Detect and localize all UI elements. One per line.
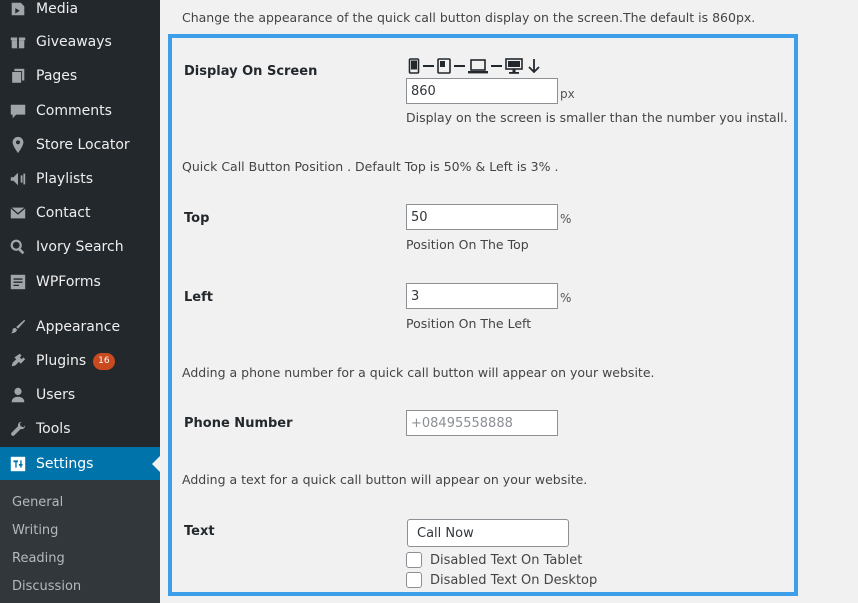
sidebar-item-media[interactable]: Media — [0, 0, 160, 26]
forms-icon — [8, 272, 28, 292]
left-help-text: Position On The Left — [406, 316, 532, 331]
envelope-icon — [8, 203, 28, 223]
wrench-icon — [8, 419, 28, 439]
admin-sidebar: Media Giveaways Pages Comments Store Loc… — [0, 0, 160, 603]
device-breakpoint-icons — [408, 58, 542, 74]
sidebar-item-label: Comments — [36, 103, 112, 119]
disable-text-desktop-checkbox[interactable] — [406, 572, 422, 588]
button-text-input[interactable] — [407, 519, 569, 547]
plugin-update-count-badge: 16 — [93, 352, 115, 370]
sidebar-item-settings[interactable]: Settings — [0, 447, 160, 481]
settings-icon — [8, 454, 28, 474]
phone-number-input[interactable] — [406, 410, 558, 436]
settings-main: Change the appearance of the quick call … — [160, 0, 858, 603]
sidebar-item-label: Playlists — [36, 171, 94, 187]
display-width-input[interactable] — [406, 78, 558, 104]
top-position-input[interactable] — [406, 204, 558, 230]
separator-dash — [491, 65, 502, 67]
sidebar-item-label: Ivory Search — [36, 239, 124, 255]
position-description: Quick Call Button Position . Default Top… — [182, 159, 559, 174]
sidebar-item-tools[interactable]: Tools — [0, 412, 160, 446]
sidebar-item-ivory-search[interactable]: Ivory Search — [0, 230, 160, 264]
tablet-icon — [437, 58, 451, 74]
sidebar-item-label: Appearance — [36, 319, 121, 335]
submenu-item-general[interactable]: General — [12, 495, 63, 510]
desktop-icon — [505, 58, 523, 74]
sidebar-item-label: Giveaways — [36, 34, 112, 50]
sidebar-item-appearance[interactable]: Appearance — [0, 310, 160, 344]
sidebar-item-label: Store Locator — [36, 137, 130, 153]
checkbox-label: Disabled Text On Desktop — [430, 572, 598, 588]
text-label: Text — [184, 524, 215, 539]
user-icon — [8, 385, 28, 405]
brush-icon — [8, 317, 28, 337]
left-position-input[interactable] — [406, 283, 558, 309]
comments-icon — [8, 101, 28, 121]
display-help-text: Display on the screen is smaller than th… — [406, 110, 788, 125]
top-percent-unit: % — [560, 212, 572, 226]
submenu-item-reading[interactable]: Reading — [12, 551, 65, 566]
location-pin-icon — [8, 135, 28, 155]
separator-dash — [423, 65, 434, 67]
phone-description: Adding a phone number for a quick call b… — [182, 365, 655, 380]
top-help-text: Position On The Top — [406, 237, 529, 252]
pages-icon — [8, 66, 28, 86]
sidebar-item-store-locator[interactable]: Store Locator — [0, 128, 160, 162]
sidebar-item-label: Plugins — [36, 353, 87, 369]
sidebar-item-label: WPForms — [36, 274, 101, 290]
arrow-down-icon — [526, 58, 542, 74]
phone-number-label: Phone Number — [184, 416, 293, 431]
quick-call-settings-panel: Display On Screen px Display on the scre… — [168, 34, 798, 596]
gift-icon — [8, 32, 28, 52]
disable-text-desktop-option[interactable]: Disabled Text On Desktop — [406, 572, 597, 588]
disable-text-tablet-option[interactable]: Disabled Text On Tablet — [406, 552, 582, 568]
sidebar-item-wpforms[interactable]: WPForms — [0, 265, 160, 299]
checkbox-label: Disabled Text On Tablet — [430, 552, 583, 568]
sidebar-item-users[interactable]: Users — [0, 378, 160, 412]
text-description: Adding a text for a quick call button wi… — [182, 472, 588, 487]
left-label: Left — [184, 290, 213, 305]
display-description: Change the appearance of the quick call … — [182, 10, 756, 25]
laptop-icon — [468, 58, 488, 74]
sidebar-item-label: Media — [36, 1, 79, 17]
sidebar-item-pages[interactable]: Pages — [0, 59, 160, 93]
top-label: Top — [184, 211, 210, 226]
sidebar-item-contact[interactable]: Contact — [0, 196, 160, 230]
sidebar-item-plugins[interactable]: Plugins 16 — [0, 344, 160, 378]
sidebar-item-label: Contact — [36, 205, 91, 221]
sidebar-item-label: Pages — [36, 68, 78, 84]
media-icon — [8, 0, 28, 19]
plugin-icon — [8, 351, 28, 371]
sidebar-item-label: Tools — [36, 421, 71, 437]
sidebar-item-label: Settings — [36, 456, 94, 472]
phone-icon — [408, 58, 420, 74]
settings-submenu: General Writing Reading Discussion — [0, 480, 160, 603]
sidebar-item-giveaways[interactable]: Giveaways — [0, 25, 160, 59]
submenu-item-discussion[interactable]: Discussion — [12, 579, 81, 594]
left-percent-unit: % — [560, 291, 572, 305]
search-icon — [8, 237, 28, 257]
display-on-screen-label: Display On Screen — [184, 64, 318, 79]
px-unit-label: px — [560, 87, 575, 101]
submenu-item-writing[interactable]: Writing — [12, 523, 58, 538]
separator-dash — [454, 65, 465, 67]
sidebar-item-comments[interactable]: Comments — [0, 94, 160, 128]
disable-text-tablet-checkbox[interactable] — [406, 552, 422, 568]
sidebar-item-playlists[interactable]: Playlists — [0, 162, 160, 196]
sidebar-item-label: Users — [36, 387, 76, 403]
playlist-icon — [8, 169, 28, 189]
